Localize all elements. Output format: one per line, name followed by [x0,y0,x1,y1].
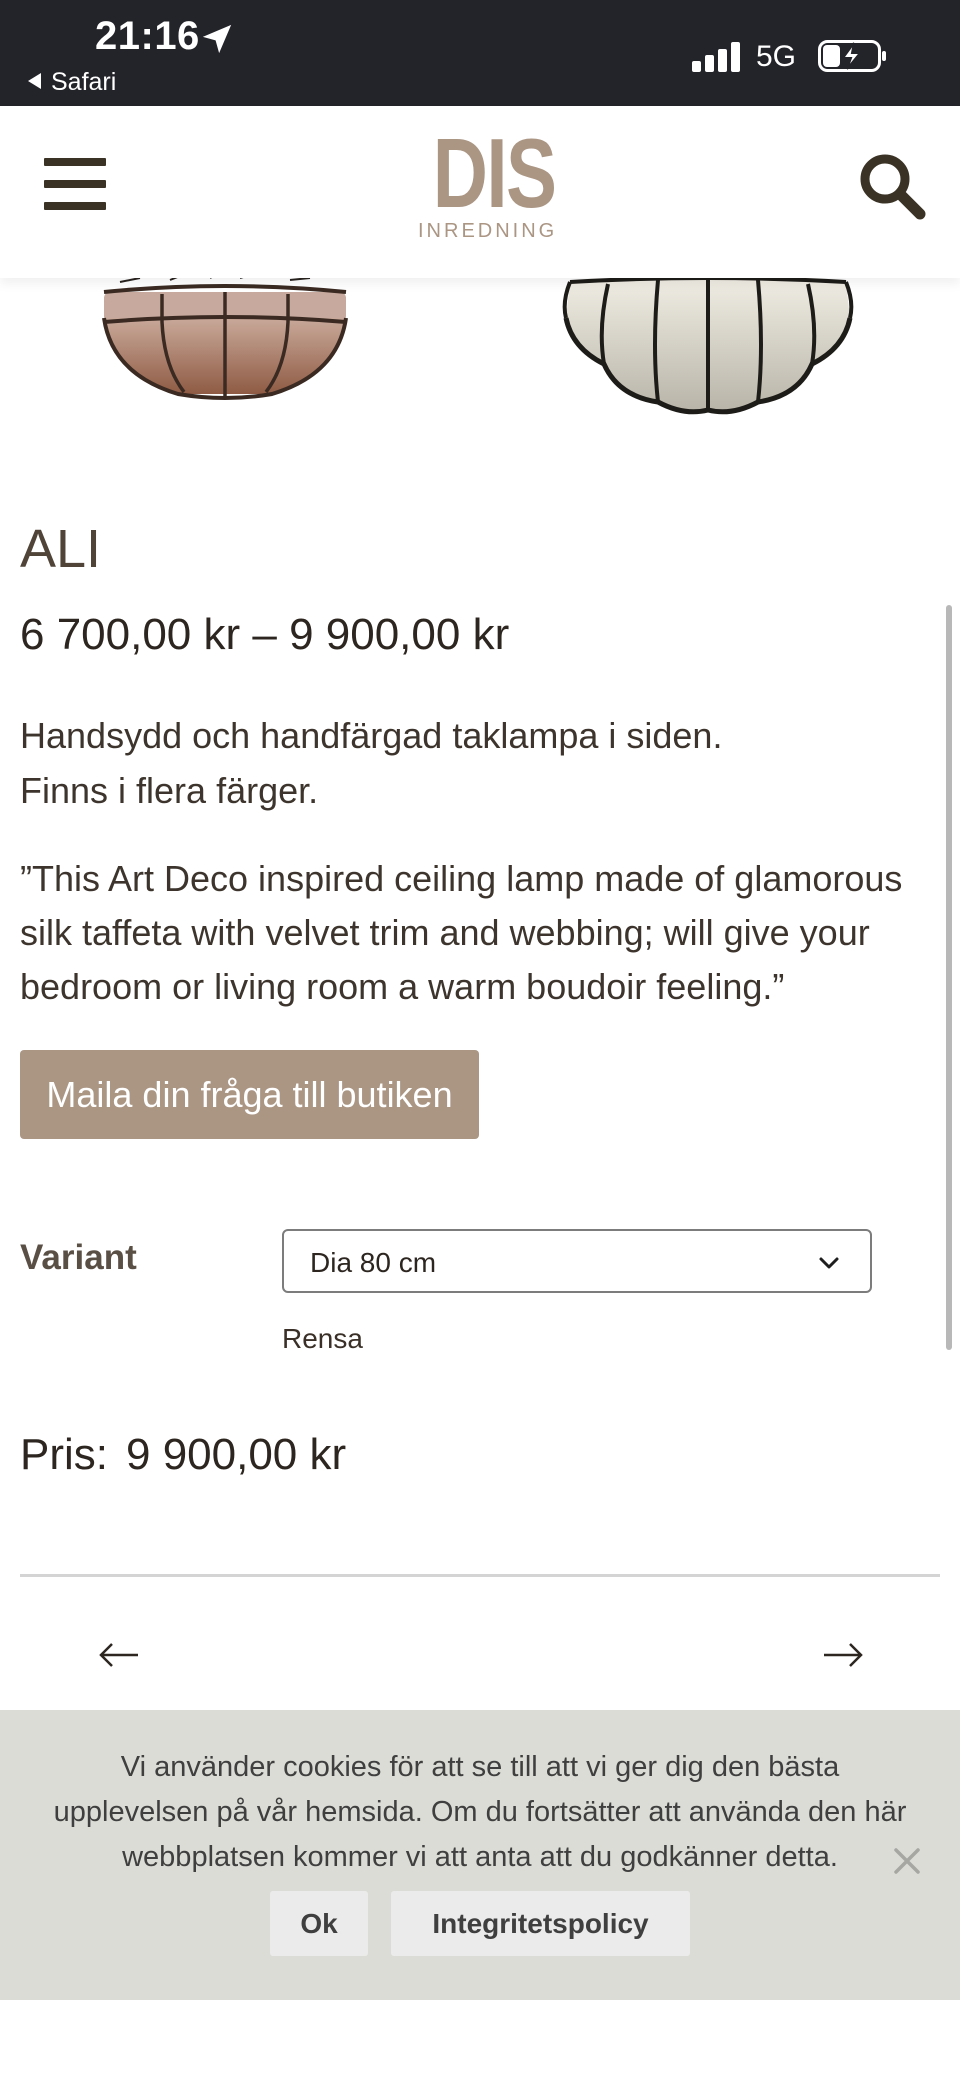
back-triangle-icon [28,73,41,89]
product-image-cream[interactable] [562,278,854,418]
status-bar: 21:16 Safari 5G [0,0,960,106]
scrollbar[interactable] [946,605,952,1350]
close-icon[interactable] [892,1846,922,1876]
next-product-arrow-icon[interactable] [822,1640,864,1670]
hamburger-menu-icon[interactable] [44,156,106,212]
cookie-message: Vi använder cookies för att se till att … [53,1751,907,1873]
previous-product-arrow-icon[interactable] [98,1640,140,1670]
search-icon[interactable] [852,146,932,226]
location-arrow-icon [202,24,232,54]
battery-charging-icon [818,40,886,72]
clear-variant-link[interactable]: Rensa [282,1323,363,1355]
logo-wordmark: DIS [432,118,557,228]
long-description: ”This Art Deco inspired ceiling lamp mad… [20,858,903,1007]
price-value: 9 900,00 kr [126,1430,347,1479]
price-range: 6 700,00 kr – 9 900,00 kr [20,610,510,659]
price-label: Pris: [20,1430,108,1479]
short-description: Handsydd och handfärgad taklampa i siden… [20,708,920,818]
privacy-policy-button[interactable]: Integritetspolicy [391,1891,690,1956]
status-time: 21:16 [95,14,200,58]
network-type: 5G [756,40,797,73]
cellular-signal-icon [692,42,742,72]
site-logo[interactable]: DIS INREDNING [418,118,557,243]
selected-price: Pris: 9 900,00 kr [20,1430,346,1480]
divider [20,1574,940,1577]
site-header: DIS INREDNING [0,106,960,278]
email-store-button[interactable]: Maila din fråga till butiken [20,1050,479,1139]
short-description-line: Finns i flera färger. [20,770,319,811]
back-to-app-link[interactable]: Safari [28,68,116,97]
product-image-gallery [0,278,960,438]
page-bottom [0,2000,960,2077]
variant-label: Variant [20,1238,137,1277]
cookie-consent-bar: Vi använder cookies för att se till att … [0,1710,960,2000]
product-title: ALI [20,519,102,579]
variant-selected-value: Dia 80 cm [310,1247,437,1278]
short-description-line: Handsydd och handfärgad taklampa i siden… [20,715,723,756]
product-image-rose[interactable] [100,278,350,408]
cookie-ok-button[interactable]: Ok [270,1891,368,1956]
variant-select[interactable]: Dia 80 cm [282,1229,872,1293]
chevron-down-icon [819,1257,839,1269]
